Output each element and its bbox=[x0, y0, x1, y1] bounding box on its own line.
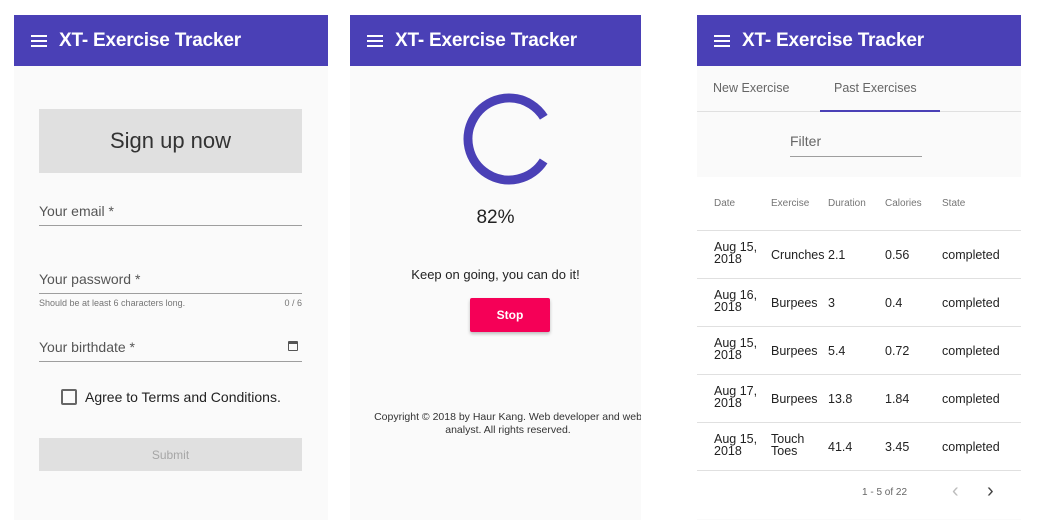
paginator: 1 - 5 of 22 ‹ › bbox=[697, 471, 1021, 519]
cell-calories: 0.4 bbox=[885, 296, 903, 310]
encouragement-text: Keep on going, you can do it! bbox=[411, 267, 580, 282]
tab-bar: New Exercise Past Exercises bbox=[697, 66, 1021, 112]
cell-date-year: 2018 bbox=[714, 444, 742, 458]
cell-state: completed bbox=[942, 392, 1000, 406]
training-screen: XT- Exercise Tracker 82% Keep on going, … bbox=[350, 15, 641, 520]
cell-exercise: Crunches bbox=[771, 248, 825, 262]
email-label: Your email * bbox=[39, 203, 114, 219]
birthdate-label: Your birthdate * bbox=[39, 339, 135, 355]
menu-icon[interactable] bbox=[714, 34, 730, 47]
table-row: Aug 15, 2018 Touch Toes 41.4 3.45 comple… bbox=[697, 423, 1021, 471]
terms-checkbox[interactable] bbox=[61, 389, 77, 405]
cell-date-year: 2018 bbox=[714, 348, 742, 362]
paginator-range: 1 - 5 of 22 bbox=[862, 487, 908, 498]
cell-date-year: 2018 bbox=[714, 396, 742, 410]
terms-label: Agree to Terms and Conditions. bbox=[85, 389, 281, 405]
submit-button[interactable]: Submit bbox=[39, 438, 302, 471]
menu-icon[interactable] bbox=[367, 34, 383, 47]
cell-duration: 41.4 bbox=[828, 440, 853, 454]
table-row: Aug 15, 2018 Crunches 2.1 0.56 completed bbox=[697, 231, 1021, 279]
tab-new-exercise[interactable]: New Exercise bbox=[713, 81, 789, 95]
progress-arc bbox=[463, 93, 555, 185]
cell-duration: 13.8 bbox=[828, 392, 853, 406]
table-row: Aug 15, 2018 Burpees 5.4 0.72 completed bbox=[697, 327, 1021, 375]
filter-label: Filter bbox=[790, 133, 822, 149]
progress-percent: 82% bbox=[476, 207, 515, 228]
table-header: Date Exercise Duration Calories State bbox=[697, 177, 1021, 231]
header-exercise[interactable]: Exercise bbox=[771, 198, 809, 209]
birthdate-field[interactable]: Your birthdate * bbox=[39, 339, 302, 362]
app-title: XT- Exercise Tracker bbox=[395, 29, 577, 51]
cell-date-year: 2018 bbox=[714, 252, 742, 266]
filter-input[interactable]: Filter bbox=[790, 133, 922, 157]
signup-heading: Sign up now bbox=[39, 109, 302, 173]
header-calories[interactable]: Calories bbox=[885, 198, 922, 209]
cell-calories: 3.45 bbox=[885, 440, 910, 454]
app-title: XT- Exercise Tracker bbox=[59, 29, 241, 51]
cell-calories: 0.72 bbox=[885, 344, 910, 358]
toolbar: XT- Exercise Tracker bbox=[350, 15, 641, 66]
cell-state: completed bbox=[942, 344, 1000, 358]
table-row: Aug 17, 2018 Burpees 13.8 1.84 completed bbox=[697, 375, 1021, 423]
cell-duration: 3 bbox=[828, 296, 835, 310]
chevron-right-icon[interactable]: › bbox=[987, 481, 994, 501]
terms-checkbox-row[interactable]: Agree to Terms and Conditions. bbox=[61, 389, 281, 405]
header-state[interactable]: State bbox=[942, 198, 965, 209]
stop-button[interactable]: Stop bbox=[470, 298, 550, 332]
exercises-table: Date Exercise Duration Calories State Au… bbox=[697, 177, 1021, 519]
app-title: XT- Exercise Tracker bbox=[742, 29, 924, 51]
menu-icon[interactable] bbox=[31, 34, 47, 47]
cell-exercise: Burpees bbox=[771, 344, 818, 358]
calendar-icon[interactable] bbox=[288, 341, 298, 351]
tab-past-exercises[interactable]: Past Exercises bbox=[834, 81, 917, 95]
cell-exercise: Burpees bbox=[771, 392, 818, 406]
table-row: Aug 16, 2018 Burpees 3 0.4 completed bbox=[697, 279, 1021, 327]
password-label: Your password * bbox=[39, 271, 141, 287]
filter-underline bbox=[790, 156, 922, 157]
email-underline bbox=[39, 225, 302, 226]
toolbar: XT- Exercise Tracker bbox=[697, 15, 1021, 66]
password-field[interactable]: Your password * Should be at least 6 cha… bbox=[39, 271, 302, 308]
toolbar: XT- Exercise Tracker bbox=[14, 15, 328, 66]
header-date[interactable]: Date bbox=[714, 198, 735, 209]
progress-spinner bbox=[463, 93, 555, 185]
past-exercises-screen: XT- Exercise Tracker New Exercise Past E… bbox=[697, 15, 1021, 520]
password-underline bbox=[39, 293, 302, 294]
cell-state: completed bbox=[942, 248, 1000, 262]
password-counter: 0 / 6 bbox=[284, 298, 302, 308]
cell-duration: 2.1 bbox=[828, 248, 846, 262]
email-field[interactable]: Your email * bbox=[39, 203, 302, 226]
cell-duration: 5.4 bbox=[828, 344, 846, 358]
cell-state: completed bbox=[942, 440, 1000, 454]
cell-exercise-line2: Toes bbox=[771, 444, 798, 458]
cell-exercise: Burpees bbox=[771, 296, 818, 310]
cell-state: completed bbox=[942, 296, 1000, 310]
signup-screen: XT- Exercise Tracker Sign up now Your em… bbox=[14, 15, 328, 520]
copyright-text: Copyright © 2018 by Haur Kang. Web devel… bbox=[374, 411, 641, 437]
cell-calories: 0.56 bbox=[885, 248, 910, 262]
password-hint: Should be at least 6 characters long. bbox=[39, 298, 186, 308]
cell-date-year: 2018 bbox=[714, 300, 742, 314]
chevron-left-icon[interactable]: ‹ bbox=[952, 481, 959, 501]
header-duration[interactable]: Duration bbox=[828, 198, 866, 209]
active-tab-indicator bbox=[820, 110, 940, 112]
cell-calories: 1.84 bbox=[885, 392, 910, 406]
birthdate-underline bbox=[39, 361, 302, 362]
